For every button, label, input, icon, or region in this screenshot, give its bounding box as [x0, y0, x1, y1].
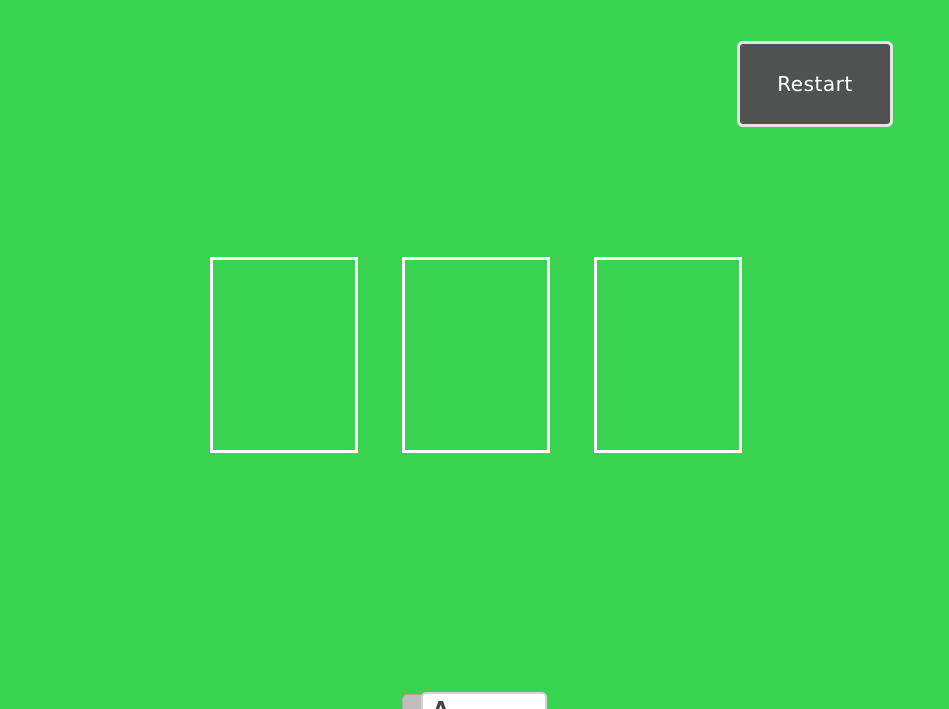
card-rank: A: [433, 697, 449, 709]
restart-button[interactable]: Restart: [737, 41, 893, 127]
deck-top-card[interactable]: A: [421, 692, 547, 709]
card-slot-3[interactable]: [594, 257, 742, 453]
game-table: Restart A: [0, 0, 949, 709]
card-slot-1[interactable]: [210, 257, 358, 453]
card-slot-2[interactable]: [402, 257, 550, 453]
card-deck[interactable]: A: [402, 692, 548, 709]
